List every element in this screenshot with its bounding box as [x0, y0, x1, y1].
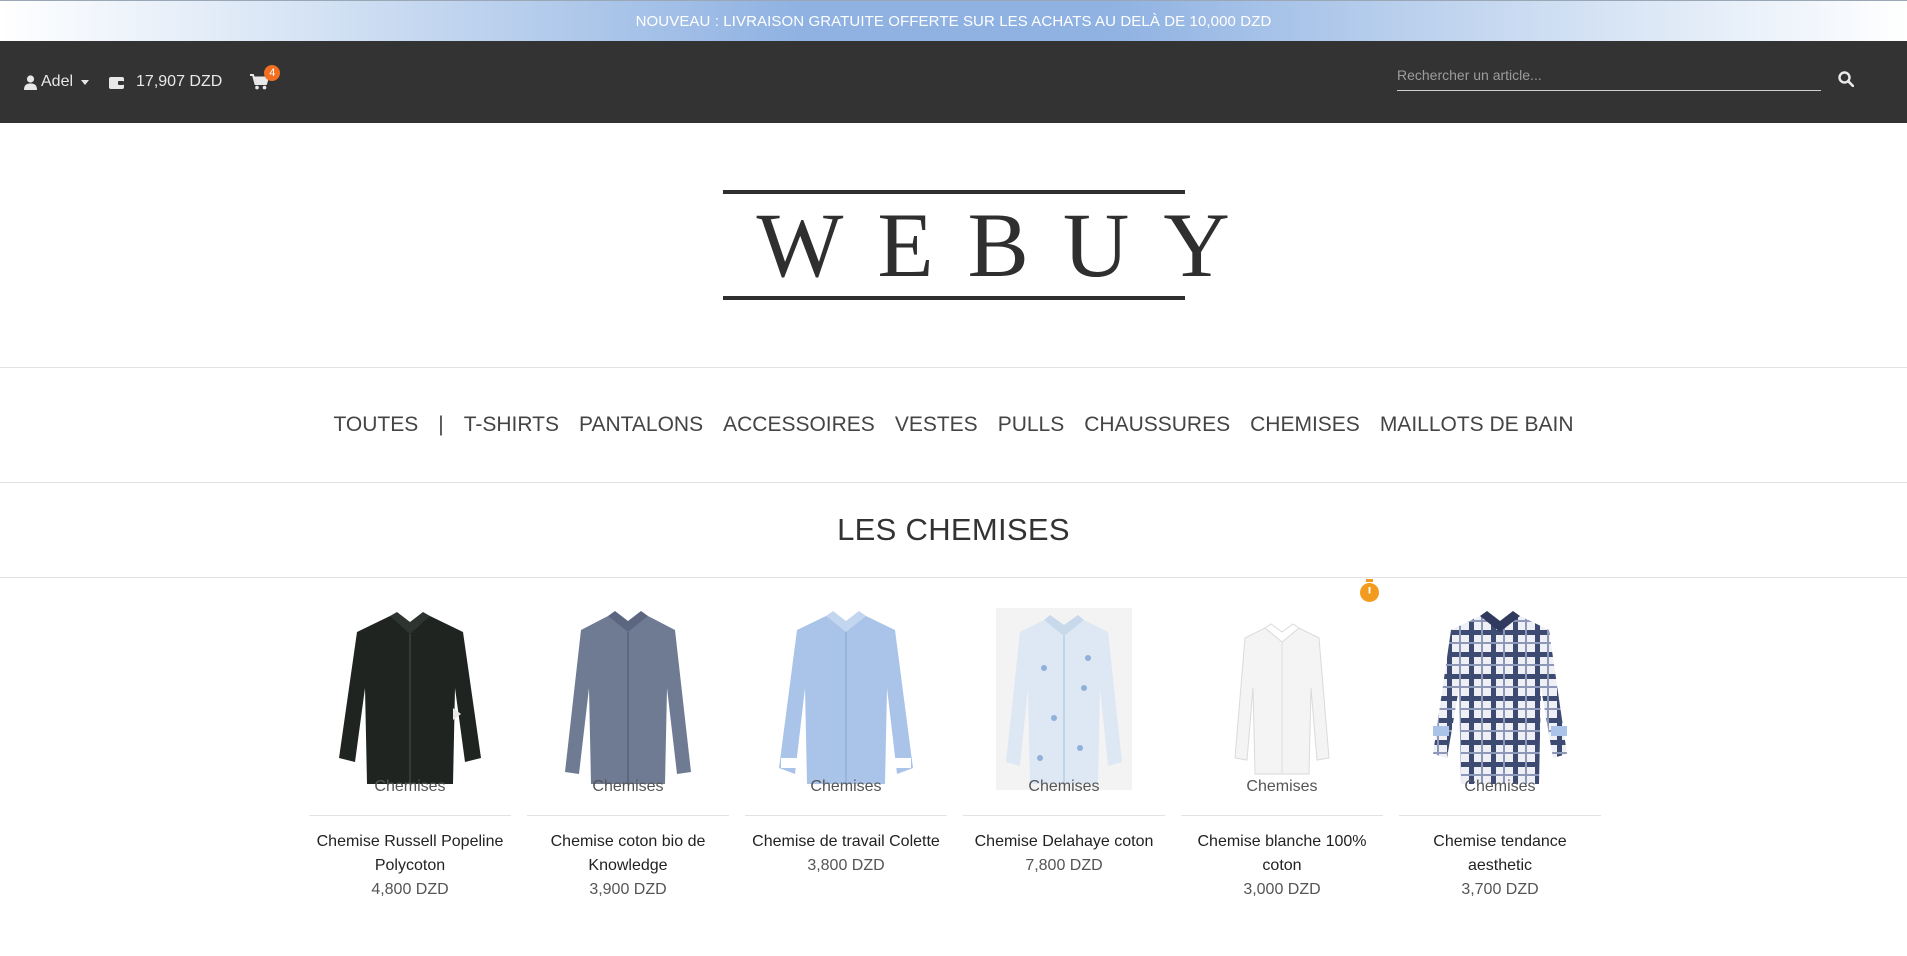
product-image[interactable]	[745, 578, 947, 784]
logo-text: WEBUY	[756, 194, 1264, 296]
product-card[interactable]: Chemises Chemise coton bio de Knowledge …	[527, 578, 729, 902]
top-bar: Adel 17,907 DZD 4	[0, 41, 1907, 123]
nav-item-chemises[interactable]: CHEMISES	[1250, 413, 1360, 437]
category-nav: TOUTES | T-SHIRTS PANTALONS ACCESSOIRES …	[0, 368, 1907, 483]
webuy-logo[interactable]: WEBUY	[722, 190, 1264, 300]
nav-item-pantalons[interactable]: PANTALONS	[579, 413, 703, 437]
nav-item-vestes[interactable]: VESTES	[895, 413, 978, 437]
timer-icon	[1360, 579, 1379, 602]
cart-count-badge: 4	[264, 65, 281, 81]
promo-banner: NOUVEAU : LIVRAISON GRATUITE OFFERTE SUR…	[0, 0, 1907, 41]
shirt-image	[565, 611, 691, 784]
nav-item-pulls[interactable]: PULLS	[998, 413, 1065, 437]
logo-area: WEBUY	[0, 123, 1907, 368]
nav-item-accessoires[interactable]: ACCESSOIRES	[723, 413, 875, 437]
product-name[interactable]: Chemise tendance aesthetic	[1399, 830, 1601, 878]
product-price: 7,800 DZD	[1025, 857, 1103, 874]
product-name[interactable]: Chemise Delahaye coton	[963, 830, 1165, 854]
product-price: 3,000 DZD	[1243, 881, 1321, 898]
product-price: 3,900 DZD	[589, 881, 667, 898]
section-title: LES CHEMISES	[0, 483, 1907, 578]
product-grid: Chemises Chemise Russell Popeline Polyco…	[0, 578, 1907, 955]
search-bar	[1397, 59, 1821, 91]
product-image[interactable]	[1181, 578, 1383, 778]
product-price: 4,800 DZD	[371, 881, 449, 898]
product-name[interactable]: Chemise Russell Popeline Polycoton	[309, 830, 511, 878]
product-card[interactable]: Chemises Chemise tendance aesthetic 3,70…	[1399, 578, 1601, 902]
product-image[interactable]	[963, 578, 1165, 790]
product-price: 3,700 DZD	[1461, 881, 1539, 898]
promo-text: NOUVEAU : LIVRAISON GRATUITE OFFERTE SUR…	[635, 12, 1272, 30]
wallet-icon	[109, 76, 125, 89]
search-icon	[1838, 71, 1855, 88]
product-card[interactable]: Chemises Chemise de travail Colette 3,80…	[745, 578, 947, 878]
nav-item-chaussures[interactable]: CHAUSSURES	[1084, 413, 1230, 437]
product-image[interactable]	[1399, 578, 1601, 784]
product-category: Chemises	[963, 778, 1165, 816]
cart-button[interactable]: 4	[250, 65, 281, 90]
wallet-amount: 17,907 DZD	[136, 73, 223, 90]
user-name: Adel	[41, 73, 74, 90]
shirt-image	[996, 608, 1132, 790]
product-name[interactable]: Chemise blanche 100% coton	[1181, 830, 1383, 878]
product-image[interactable]	[309, 578, 511, 784]
shirt-image	[1433, 611, 1567, 784]
user-icon	[24, 74, 37, 90]
nav-item-all[interactable]: TOUTES	[333, 413, 418, 437]
user-menu[interactable]: Adel	[24, 73, 90, 91]
nav-separator: |	[438, 413, 444, 436]
product-name[interactable]: Chemise de travail Colette	[745, 830, 947, 854]
product-card[interactable]: Chemises Chemise Delahaye coton 7,800 DZ…	[963, 578, 1165, 878]
nav-item-tshirts[interactable]: T-SHIRTS	[464, 413, 559, 437]
shirt-image	[779, 611, 913, 784]
product-card[interactable]: Chemises Chemise blanche 100% coton 3,00…	[1181, 578, 1383, 902]
chevron-down-icon	[81, 79, 90, 85]
nav-item-maillots[interactable]: MAILLOTS DE BAIN	[1380, 413, 1574, 437]
product-price: 3,800 DZD	[807, 857, 885, 874]
product-image[interactable]	[527, 578, 729, 784]
shirt-image	[339, 612, 481, 784]
search-button[interactable]	[1838, 71, 1855, 92]
product-card[interactable]: Chemises Chemise Russell Popeline Polyco…	[309, 578, 511, 902]
logo-bottom-rule	[722, 296, 1185, 300]
wallet-balance: 17,907 DZD	[109, 73, 222, 91]
shirt-image	[1234, 623, 1330, 775]
search-input[interactable]	[1397, 59, 1821, 91]
product-name[interactable]: Chemise coton bio de Knowledge	[527, 830, 729, 878]
